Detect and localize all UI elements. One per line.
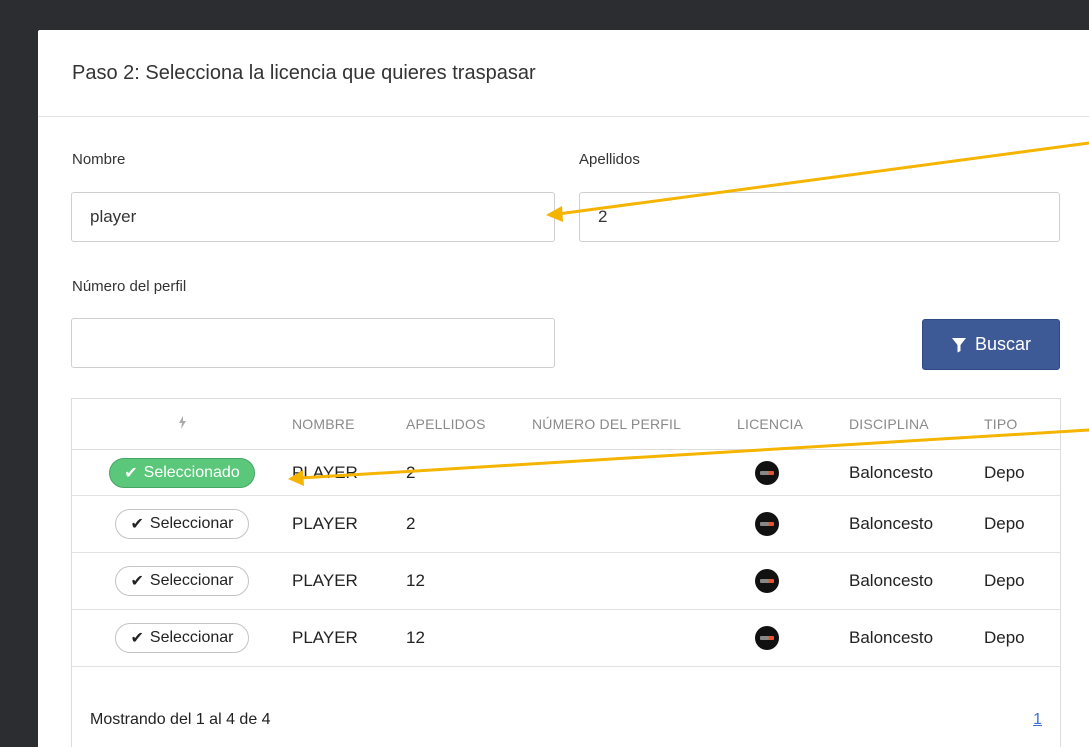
cell-numero-perfil (532, 609, 737, 667)
row-action-label: Seleccionar (149, 572, 234, 589)
cell-apellidos: 2 (406, 449, 532, 496)
cell-apellidos: 12 (406, 609, 532, 667)
page-link-1[interactable]: 1 (1033, 711, 1042, 729)
apellidos-input[interactable] (579, 192, 1060, 242)
column-header-apellidos[interactable]: APELLIDOS (406, 399, 532, 450)
check-icon: ✔ (130, 573, 144, 590)
column-header-action (72, 399, 292, 450)
column-header-disciplina[interactable]: DISCIPLINA (849, 399, 984, 450)
table-row: ✔ Seleccionado PLAYER 2 Baloncesto Depo (72, 449, 1060, 496)
table-header-row: NOMBRE APELLIDOS NÚMERO DEL PERFIL LICEN… (72, 399, 1060, 450)
row-action-label: Seleccionado (143, 463, 240, 481)
cell-disciplina: Baloncesto (849, 609, 984, 667)
perfil-label: Número del perfil (72, 278, 187, 295)
license-logo-icon (755, 626, 779, 650)
seleccionar-button[interactable]: ✔ Seleccionar (115, 566, 249, 596)
license-logo-icon (755, 460, 779, 485)
cell-apellidos: 2 (406, 495, 532, 553)
table-row: ✔ Seleccionar PLAYER 12 Baloncesto Depo (72, 552, 1060, 610)
license-transfer-panel: Paso 2: Selecciona la licencia que quier… (38, 30, 1089, 747)
table-footer: Mostrando del 1 al 4 de 4 1 (72, 693, 1060, 747)
row-action-label: Seleccionar (149, 515, 234, 532)
cell-numero-perfil (532, 449, 737, 496)
cell-numero-perfil (532, 552, 737, 610)
check-icon: ✔ (130, 516, 144, 533)
check-icon: ✔ (130, 630, 144, 647)
cell-tipo: Depo (984, 495, 1060, 553)
cell-disciplina: Baloncesto (849, 552, 984, 610)
cell-tipo: Depo (984, 552, 1060, 610)
apellidos-label: Apellidos (579, 151, 640, 168)
check-icon: ✔ (124, 464, 138, 482)
nombre-label: Nombre (72, 151, 126, 168)
cell-disciplina: Baloncesto (849, 495, 984, 553)
seleccionar-button[interactable]: ✔ Seleccionar (115, 509, 249, 539)
column-header-tipo[interactable]: TIPO (984, 399, 1060, 450)
cell-nombre: PLAYER (292, 495, 406, 553)
row-action-label: Seleccionar (149, 629, 234, 646)
bolt-icon (178, 416, 186, 429)
column-header-licencia[interactable]: LICENCIA (737, 399, 849, 450)
column-header-nombre[interactable]: NOMBRE (292, 399, 406, 450)
nombre-input[interactable] (71, 192, 555, 242)
table-row: ✔ Seleccionar PLAYER 12 Baloncesto Depo (72, 609, 1060, 667)
cell-numero-perfil (532, 495, 737, 553)
cell-nombre: PLAYER (292, 449, 406, 496)
step-title: Paso 2: Selecciona la licencia que quier… (38, 30, 1089, 117)
perfil-input[interactable] (71, 318, 555, 368)
cell-nombre: PLAYER (292, 609, 406, 667)
cell-apellidos: 12 (406, 552, 532, 610)
license-logo-icon (755, 512, 779, 536)
license-logo-icon (755, 569, 779, 593)
cell-nombre: PLAYER (292, 552, 406, 610)
cell-disciplina: Baloncesto (849, 449, 984, 496)
licenses-table: NOMBRE APELLIDOS NÚMERO DEL PERFIL LICEN… (71, 398, 1061, 747)
table-row: ✔ Seleccionar PLAYER 2 Baloncesto Depo (72, 495, 1060, 553)
buscar-button[interactable]: Buscar (922, 319, 1060, 370)
seleccionado-button[interactable]: ✔ Seleccionado (109, 457, 255, 488)
column-header-numero-perfil[interactable]: NÚMERO DEL PERFIL (532, 399, 737, 450)
cell-tipo: Depo (984, 609, 1060, 667)
seleccionar-button[interactable]: ✔ Seleccionar (115, 623, 249, 653)
filter-icon (951, 337, 966, 352)
buscar-button-label: Buscar (974, 334, 1032, 354)
pagination-summary: Mostrando del 1 al 4 de 4 (90, 711, 271, 728)
cell-tipo: Depo (984, 449, 1060, 496)
